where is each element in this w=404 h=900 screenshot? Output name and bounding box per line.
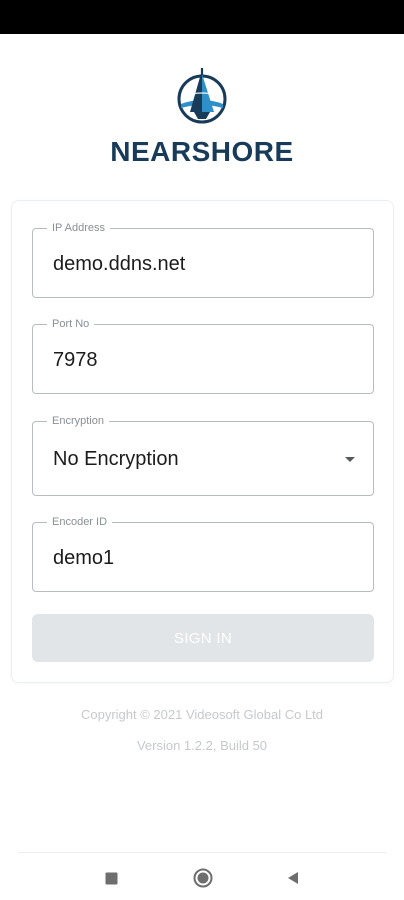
back-button[interactable]: [280, 865, 306, 891]
ip-address-value[interactable]: demo.ddns.net: [53, 253, 185, 276]
version-text: Version 1.2.2, Build 50: [136, 738, 268, 753]
port-value[interactable]: 7978: [53, 349, 98, 372]
encryption-select[interactable]: Encryption No Encryption: [32, 414, 374, 496]
login-card: IP Address demo.ddns.net Port No 7978 En…: [11, 200, 394, 683]
logo: [0, 66, 404, 126]
nav-divider: [18, 852, 386, 853]
square-icon: [105, 872, 117, 884]
port-field[interactable]: Port No 7978: [32, 317, 374, 394]
encoder-id-value[interactable]: demo1: [53, 547, 114, 570]
home-button[interactable]: [189, 864, 217, 892]
ip-address-field[interactable]: IP Address demo.ddns.net: [32, 221, 374, 298]
encryption-label: Encryption: [47, 414, 109, 428]
recents-button[interactable]: [98, 865, 124, 891]
back-triangle-icon: [288, 872, 298, 884]
navigation-bar: [0, 855, 404, 900]
encoder-id-label: Encoder ID: [47, 515, 113, 529]
port-label: Port No: [47, 317, 95, 331]
circle-icon: [193, 868, 213, 888]
encoder-id-field[interactable]: Encoder ID demo1: [32, 515, 374, 592]
status-bar: [0, 0, 404, 34]
sailboat-logo-icon: [177, 68, 227, 124]
ip-address-label: IP Address: [47, 221, 110, 235]
brand-name: NEARSHORE: [110, 136, 294, 167]
copyright-text: Copyright © 2021 Videosoft Global Co Ltd: [80, 707, 324, 722]
sign-in-button[interactable]: SIGN IN: [32, 614, 374, 662]
encryption-value[interactable]: No Encryption: [53, 448, 179, 471]
dropdown-arrow-icon[interactable]: [345, 457, 355, 462]
